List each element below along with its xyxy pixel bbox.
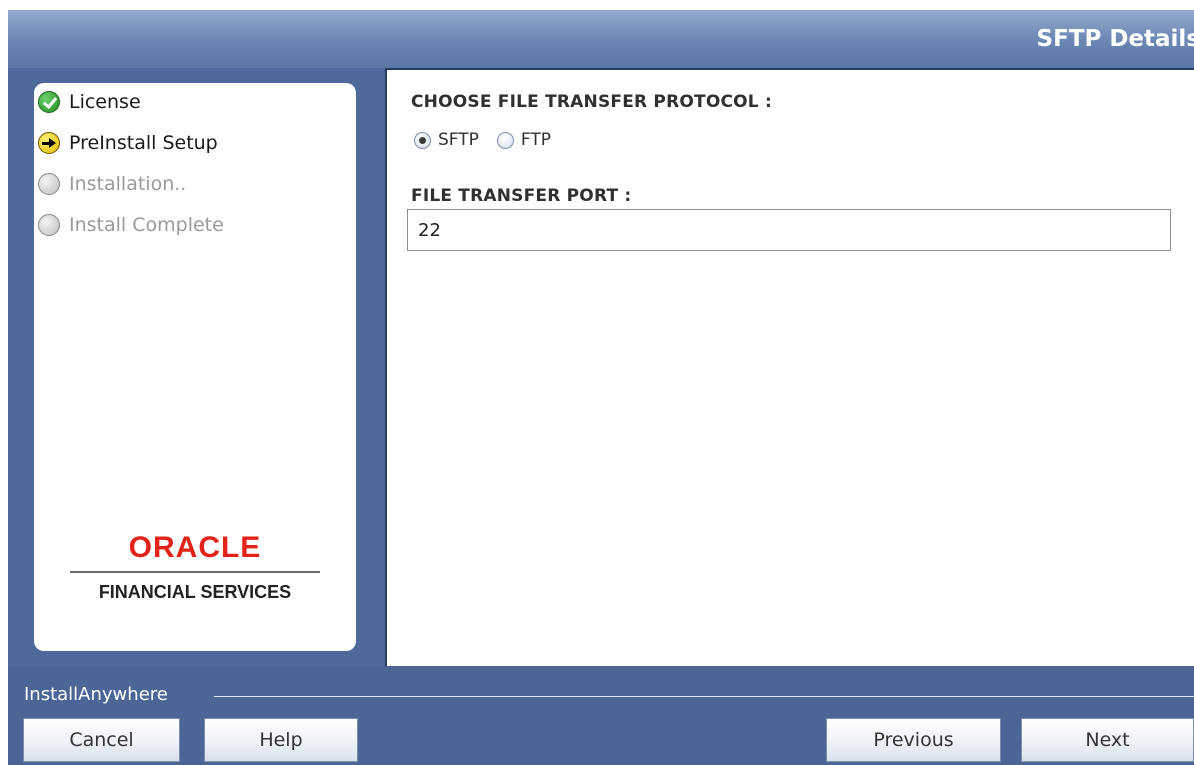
previous-button[interactable]: Previous [826, 718, 1001, 762]
financial-services-tagline: FINANCIAL SERVICES [98, 582, 292, 602]
ftp-radio-option[interactable]: FTP [496, 130, 552, 150]
footer: InstallAnywhere Cancel Help Previous Nex… [8, 666, 1194, 765]
ftp-radio-button[interactable] [496, 131, 514, 149]
help-button[interactable]: Help [204, 718, 358, 762]
sftp-radio-button[interactable] [414, 131, 431, 149]
protocol-label: CHOOSE FILE TRANSFER PROTOCOL : [411, 92, 772, 112]
empty-circle-icon [38, 214, 60, 236]
port-label: FILE TRANSFER PORT : [411, 186, 632, 206]
step-license: License [38, 88, 141, 116]
step-label: Installation.. [69, 173, 187, 195]
oracle-wordmark: ORACLE [128, 531, 262, 564]
arrow-circle-icon [38, 132, 60, 154]
sidebar: License PreInstall Setup Installation.. … [8, 68, 384, 666]
footer-divider [214, 696, 1194, 697]
step-label: PreInstall Setup [69, 132, 218, 154]
installer-window: SFTP Details License PreInstall Setup In… [8, 10, 1194, 765]
installanywhere-label: InstallAnywhere [24, 684, 168, 705]
step-label: License [69, 91, 141, 113]
protocol-radio-group: SFTP FTP [414, 130, 551, 150]
oracle-logo: ORACLE FINANCIAL SERVICES [34, 531, 356, 603]
check-circle-icon [38, 91, 60, 113]
logo-divider [70, 571, 320, 573]
window-title: SFTP Details [1036, 26, 1194, 52]
title-bar: SFTP Details [8, 10, 1194, 68]
content-panel: CHOOSE FILE TRANSFER PROTOCOL : SFTP FTP… [385, 68, 1194, 666]
sftp-radio-option[interactable]: SFTP [414, 130, 479, 150]
sftp-radio-label: SFTP [438, 130, 479, 150]
steps-panel: License PreInstall Setup Installation.. … [34, 83, 356, 651]
next-button[interactable]: Next [1021, 718, 1194, 762]
step-install-complete: Install Complete [38, 211, 224, 239]
cancel-button[interactable]: Cancel [23, 718, 180, 762]
empty-circle-icon [38, 173, 60, 195]
step-installation: Installation.. [38, 170, 186, 198]
step-label: Install Complete [69, 214, 224, 236]
port-input[interactable] [407, 209, 1171, 251]
ftp-radio-label: FTP [520, 130, 552, 150]
step-preinstall-setup: PreInstall Setup [38, 129, 218, 157]
